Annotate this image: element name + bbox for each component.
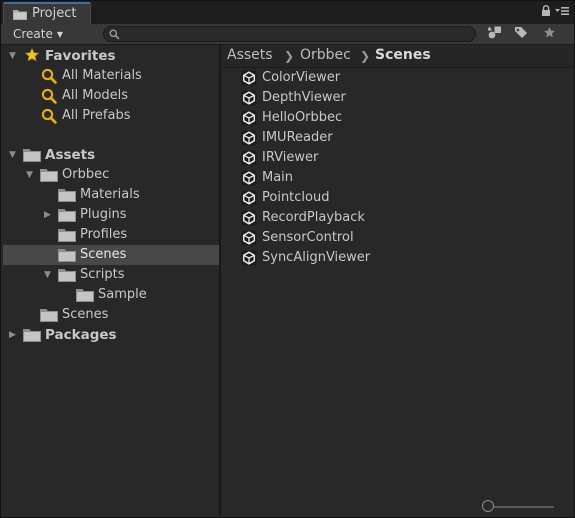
tree-label: Sample: [98, 287, 147, 302]
tree-item[interactable]: Scenes: [3, 305, 219, 325]
tree-label: Scripts: [80, 267, 125, 282]
expand-arrow-icon[interactable]: ▼: [44, 265, 54, 285]
project-window: Project Create ▼ ▼ Favorites All Materia…: [0, 0, 575, 518]
tree-label: Plugins: [80, 207, 127, 222]
tree-label: Scenes: [80, 247, 127, 262]
asset-label: SyncAlignViewer: [262, 250, 371, 265]
expand-arrow-icon[interactable]: ▼: [9, 46, 19, 66]
tree-packages[interactable]: ▶ Packages: [3, 325, 219, 345]
asset-label: IMUReader: [262, 130, 333, 145]
favorite-search-button[interactable]: [538, 25, 560, 43]
tree-item[interactable]: Materials: [3, 185, 219, 205]
tree-label: All Materials: [62, 68, 142, 83]
create-button[interactable]: Create ▼: [9, 25, 67, 43]
tree-label: All Models: [62, 88, 129, 103]
tree-label: Profiles: [80, 227, 128, 242]
tree-item-selected[interactable]: Scenes: [3, 245, 219, 265]
tree-label: Materials: [80, 187, 140, 202]
search-icon: [41, 108, 57, 131]
filter-by-type-icon: [487, 26, 502, 43]
asset-label: ColorViewer: [262, 70, 341, 85]
tree-assets[interactable]: ▼ Assets: [3, 145, 219, 165]
tree-label: All Prefabs: [62, 108, 131, 123]
caret-down-icon: ▼: [56, 30, 64, 39]
unity-scene-icon: [241, 250, 257, 273]
breadcrumb-item[interactable]: Orbbec: [300, 47, 351, 63]
search-icon: [109, 29, 120, 44]
tree-label: Packages: [45, 327, 117, 343]
expand-arrow-icon[interactable]: ▶: [9, 325, 19, 345]
tree-item[interactable]: All Models: [3, 86, 219, 106]
asset-label: Pointcloud: [262, 190, 330, 205]
icon-size-slider-knob[interactable]: [482, 500, 494, 512]
favorite-star-icon: [543, 26, 556, 43]
breadcrumb-item[interactable]: Assets: [227, 47, 273, 63]
lock-icon[interactable]: [541, 5, 551, 20]
filter-by-type-button[interactable]: [484, 25, 506, 43]
filter-by-label-icon: [514, 26, 528, 43]
tree-label: Scenes: [62, 307, 109, 322]
context-menu-icon[interactable]: [555, 5, 569, 20]
folder-icon: [23, 328, 41, 349]
breadcrumb-current[interactable]: Scenes: [375, 47, 431, 63]
tree-label: Orbbec: [62, 167, 110, 182]
expand-arrow-icon[interactable]: ▼: [26, 165, 36, 185]
asset-label: SensorControl: [262, 230, 354, 245]
asset-label: IRViewer: [262, 150, 319, 165]
toolbar: Create ▼: [0, 24, 575, 45]
expand-arrow-icon[interactable]: ▼: [9, 145, 19, 165]
tab-label: Project: [32, 6, 77, 21]
tree-item[interactable]: ▶ Plugins: [3, 205, 219, 225]
create-label: Create: [13, 27, 53, 41]
expand-arrow-icon[interactable]: ▶: [44, 205, 54, 225]
asset-label: RecordPlayback: [262, 210, 365, 225]
footer-bar: [221, 494, 573, 516]
tree-label: Favorites: [45, 48, 116, 64]
tree-item[interactable]: All Prefabs: [3, 106, 219, 126]
tab-project[interactable]: Project: [3, 2, 91, 24]
tab-bar: Project: [0, 0, 575, 24]
chevron-right-icon: ❯: [284, 49, 295, 63]
folder-icon: [13, 9, 27, 24]
asset-label: HelloOrbbec: [262, 110, 343, 125]
tree-favorites[interactable]: ▼ Favorites: [3, 46, 219, 66]
search-field[interactable]: [103, 26, 476, 44]
tab-tools: [541, 5, 569, 20]
tree-item[interactable]: Sample: [3, 285, 219, 305]
chevron-right-icon: ❯: [360, 49, 371, 63]
tree-item[interactable]: All Materials: [3, 66, 219, 86]
search-input[interactable]: [124, 27, 468, 43]
tree-item[interactable]: ▼ Scripts: [3, 265, 219, 285]
tree-item[interactable]: Profiles: [3, 225, 219, 245]
filter-by-label-button[interactable]: [510, 25, 532, 43]
tree-label: Assets: [45, 147, 96, 163]
tree-orbbec[interactable]: ▼ Orbbec: [3, 165, 219, 185]
folder-tree: ▼ Favorites All Materials All Models All…: [3, 45, 219, 516]
asset-list-pane: Assets ❯ Orbbec ❯ Scenes ColorViewer Dep…: [221, 45, 573, 516]
breadcrumb: Assets ❯ Orbbec ❯ Scenes: [221, 45, 573, 68]
asset-label: DepthViewer: [262, 90, 346, 105]
icon-size-slider-track[interactable]: [486, 506, 554, 508]
asset-label: Main: [262, 170, 294, 185]
